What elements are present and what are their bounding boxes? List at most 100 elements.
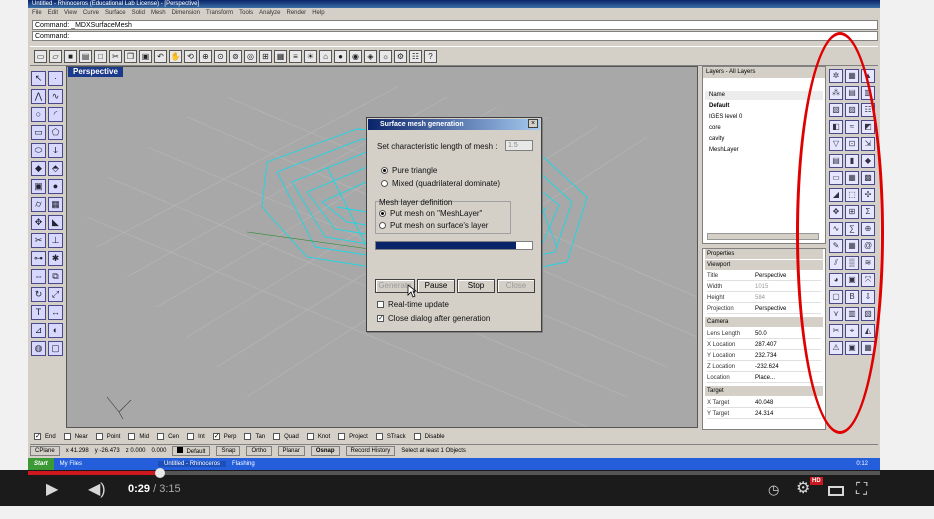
watch-later-icon[interactable]: ◷ xyxy=(768,481,779,499)
stop-button[interactable]: Stop xyxy=(457,279,495,293)
fullscreen-icon[interactable]: ⛶ xyxy=(856,481,867,499)
zoom-window-icon[interactable]: ⊙ xyxy=(214,49,227,63)
zoom-extents-icon[interactable]: ⊚ xyxy=(229,49,242,63)
taskbar-flashing[interactable]: Flashing xyxy=(232,461,255,467)
meshlayer-radio[interactable] xyxy=(379,210,386,218)
command-prompt[interactable]: Command: xyxy=(32,31,878,41)
select-arrow-icon[interactable]: ↖ xyxy=(31,71,46,86)
four-views-icon[interactable]: ⊞ xyxy=(259,49,272,63)
menu-curve[interactable]: Curve xyxy=(83,8,99,18)
menu-tools[interactable]: Tools xyxy=(239,8,253,18)
dimension-icon[interactable]: ↔ xyxy=(48,305,63,320)
osnap-cen[interactable]: Cen xyxy=(157,432,179,442)
taskbar-my-files[interactable]: My Files xyxy=(60,461,82,467)
extrude-icon[interactable]: ⬘ xyxy=(48,161,63,176)
help-icon[interactable]: ? xyxy=(424,49,437,63)
open-folder-icon[interactable]: ▱ xyxy=(49,49,62,63)
volume-icon[interactable]: ◀) xyxy=(88,481,106,499)
new-file-icon[interactable]: ▭ xyxy=(34,49,47,63)
fillet-icon[interactable]: ◣ xyxy=(48,215,63,230)
zoom-selected-icon[interactable]: ◎ xyxy=(244,49,257,63)
osnap-end[interactable]: ✓ End xyxy=(34,432,56,442)
theater-mode-icon[interactable] xyxy=(828,486,844,496)
copy-object-icon[interactable]: ⧉ xyxy=(48,269,63,284)
lock-icon[interactable]: ⌂ xyxy=(319,49,332,63)
rectangle-icon[interactable]: ▭ xyxy=(31,125,46,140)
pan-hand-icon[interactable]: ✋ xyxy=(169,49,182,63)
toolbar-options-icon[interactable]: ☷ xyxy=(409,49,422,63)
close-after-option[interactable]: ✓ Close dialog after generation xyxy=(377,314,490,323)
option-surface-layer[interactable]: Put mesh on surface's layer xyxy=(379,221,488,230)
pure-triangle-radio[interactable] xyxy=(381,167,388,175)
osnap-point[interactable]: Point xyxy=(95,432,120,442)
close-button[interactable]: Close xyxy=(497,279,535,293)
osnap-strack[interactable]: STrack xyxy=(375,432,406,442)
menu-analyze[interactable]: Analyze xyxy=(259,8,280,18)
rotate-view-icon[interactable]: ⟲ xyxy=(184,49,197,63)
material-icon[interactable]: ◈ xyxy=(364,49,377,63)
ellipse-icon[interactable]: ⬭ xyxy=(31,143,46,158)
osnap-int[interactable]: Int xyxy=(187,432,205,442)
status-layer[interactable]: Default xyxy=(172,445,211,456)
realtime-update-option[interactable]: Real-time update xyxy=(377,300,449,309)
polygon-icon[interactable]: ⬠ xyxy=(48,125,63,140)
rotate-icon[interactable]: ↻ xyxy=(31,287,46,302)
menu-transform[interactable]: Transform xyxy=(206,8,233,18)
menu-help[interactable]: Help xyxy=(312,8,324,18)
menu-surface[interactable]: Surface xyxy=(105,8,126,18)
settings-gear-icon[interactable]: ⚙ xyxy=(796,480,810,498)
properties-icon[interactable]: ≡ xyxy=(289,49,302,63)
start-button[interactable]: Start xyxy=(28,458,54,470)
menu-solid[interactable]: Solid xyxy=(132,8,145,18)
undo-icon[interactable]: ↶ xyxy=(154,49,167,63)
split-icon[interactable]: ⊥ xyxy=(48,233,63,248)
copy-icon[interactable]: ❐ xyxy=(124,49,137,63)
scale-icon[interactable]: ⤢ xyxy=(48,287,63,302)
paste-icon[interactable]: ▣ xyxy=(139,49,152,63)
arc-icon[interactable]: ◜ xyxy=(48,107,63,122)
surface-icon[interactable]: ◆ xyxy=(31,161,46,176)
sphere-icon[interactable]: ● xyxy=(48,179,63,194)
menu-mesh[interactable]: Mesh xyxy=(151,8,166,18)
mesh-length-input[interactable]: 1.5 xyxy=(505,140,533,151)
realtime-update-checkbox[interactable] xyxy=(377,301,384,309)
mixed-radio[interactable] xyxy=(381,180,388,188)
osnap-mid[interactable]: Mid xyxy=(128,432,149,442)
planar-toggle[interactable]: Planar xyxy=(277,445,305,456)
taskbar-rhino[interactable]: Untitled - Rhinoceros xyxy=(158,461,227,467)
explode-icon[interactable]: ✱ xyxy=(48,251,63,266)
pause-button[interactable]: Pause xyxy=(417,279,455,293)
circle-icon[interactable]: ○ xyxy=(31,107,46,122)
curve-icon[interactable]: ∿ xyxy=(48,89,63,104)
light-icon[interactable]: ☼ xyxy=(379,49,392,63)
osnap-tan[interactable]: Tan xyxy=(244,432,265,442)
osnap-project[interactable]: Project xyxy=(338,432,368,442)
tool-extra-icon[interactable]: ▢ xyxy=(48,341,63,356)
option-mixed[interactable]: Mixed (quadrilateral dominate) xyxy=(381,179,500,188)
layer-icon[interactable]: ▦ xyxy=(274,49,287,63)
osnap-quad[interactable]: Quad xyxy=(273,432,299,442)
print-icon[interactable]: ▤ xyxy=(79,49,92,63)
ortho-toggle[interactable]: Ortho xyxy=(246,445,272,456)
dialog-close-icon[interactable]: × xyxy=(528,119,538,128)
text-icon[interactable]: T xyxy=(31,305,46,320)
freeform-icon[interactable]: ↆ xyxy=(48,143,63,158)
option-pure-triangle[interactable]: Pure triangle xyxy=(381,166,437,175)
record-history-toggle[interactable]: Record History xyxy=(345,445,396,456)
menu-view[interactable]: View xyxy=(64,8,77,18)
place-button[interactable]: Place... xyxy=(755,375,775,381)
menu-dimension[interactable]: Dimension xyxy=(172,8,200,18)
play-icon[interactable]: ▶ xyxy=(46,481,58,499)
option-meshlayer[interactable]: Put mesh on "MeshLayer" xyxy=(379,209,482,218)
options-gear-icon[interactable]: ⚙ xyxy=(394,49,407,63)
cut-icon[interactable]: ✂ xyxy=(109,49,122,63)
point-icon[interactable]: · xyxy=(48,71,63,86)
sphere-render-icon[interactable]: ◍ xyxy=(31,341,46,356)
menu-file[interactable]: File xyxy=(32,8,42,18)
render-preview-icon[interactable]: ◐ xyxy=(48,323,63,338)
render-icon[interactable]: ◉ xyxy=(349,49,362,63)
transform-icon[interactable]: ✥ xyxy=(31,215,46,230)
surface-layer-radio[interactable] xyxy=(379,222,386,230)
polyline-icon[interactable]: ⋀ xyxy=(31,89,46,104)
box-icon[interactable]: ▣ xyxy=(31,179,46,194)
